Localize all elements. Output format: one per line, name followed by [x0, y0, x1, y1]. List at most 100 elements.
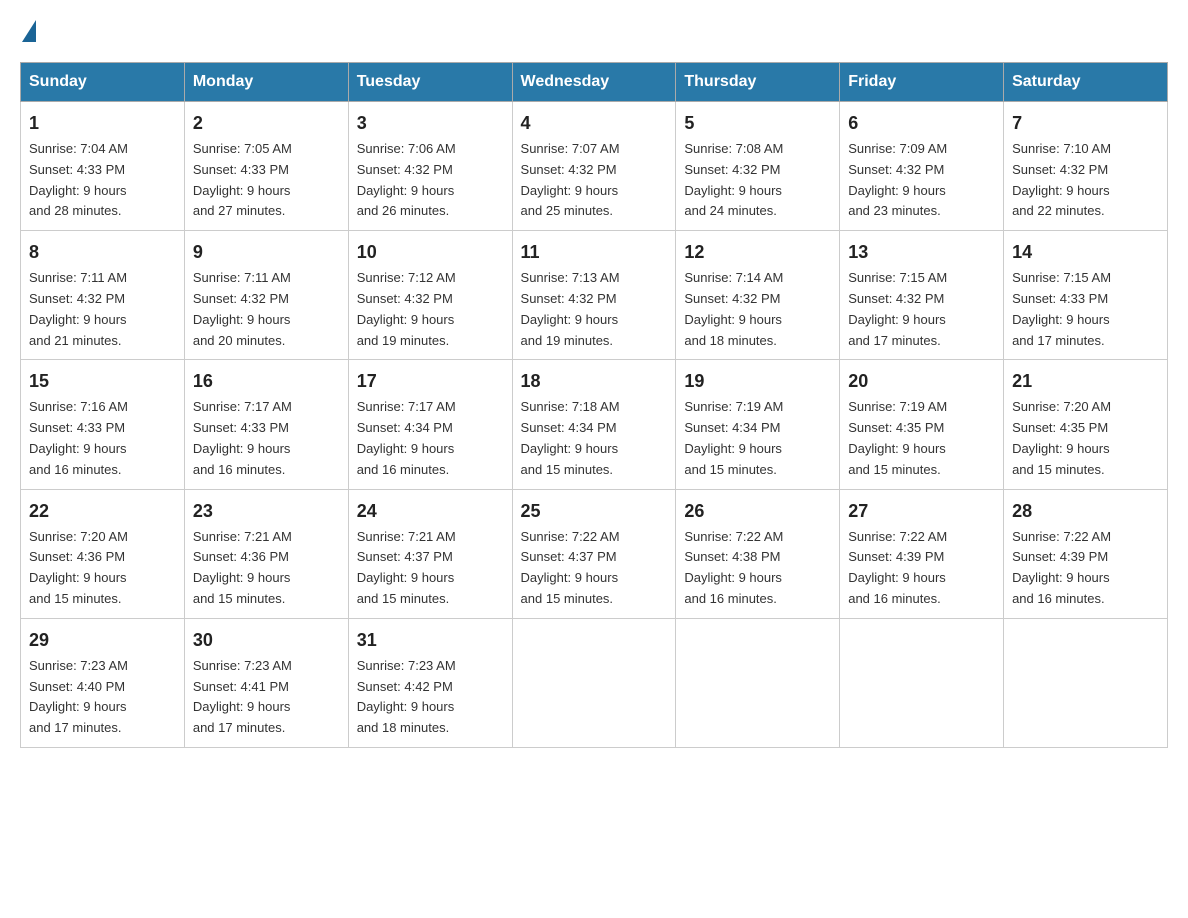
weekday-header-sunday: Sunday [21, 63, 185, 102]
day-info: Sunrise: 7:18 AMSunset: 4:34 PMDaylight:… [521, 399, 620, 476]
calendar-cell: 14 Sunrise: 7:15 AMSunset: 4:33 PMDayligh… [1004, 231, 1168, 360]
day-number: 27 [848, 498, 995, 525]
day-number: 2 [193, 110, 340, 137]
calendar-cell: 10Sunrise: 7:12 AMSunset: 4:32 PMDayligh… [348, 231, 512, 360]
calendar-cell: 3 Sunrise: 7:06 AMSunset: 4:32 PMDaylight… [348, 102, 512, 231]
weekday-header-saturday: Saturday [1004, 63, 1168, 102]
day-info: Sunrise: 7:08 AMSunset: 4:32 PMDaylight:… [684, 141, 783, 218]
page-header [20, 20, 1168, 42]
calendar-cell: 22 Sunrise: 7:20 AMSunset: 4:36 PMDayligh… [21, 489, 185, 618]
day-number: 30 [193, 627, 340, 654]
day-info: Sunrise: 7:20 AMSunset: 4:35 PMDaylight:… [1012, 399, 1111, 476]
weekday-header-friday: Friday [840, 63, 1004, 102]
day-number: 14 [1012, 239, 1159, 266]
calendar-cell: 18 Sunrise: 7:18 AMSunset: 4:34 PMDayligh… [512, 360, 676, 489]
day-info: Sunrise: 7:17 AMSunset: 4:34 PMDaylight:… [357, 399, 456, 476]
day-number: 20 [848, 368, 995, 395]
calendar-cell: 11Sunrise: 7:13 AMSunset: 4:32 PMDayligh… [512, 231, 676, 360]
day-info: Sunrise: 7:22 AMSunset: 4:38 PMDaylight:… [684, 529, 783, 606]
day-info: Sunrise: 7:10 AMSunset: 4:32 PMDaylight:… [1012, 141, 1111, 218]
calendar-cell: 17Sunrise: 7:17 AMSunset: 4:34 PMDayligh… [348, 360, 512, 489]
day-number: 22 [29, 498, 176, 525]
day-info: Sunrise: 7:06 AMSunset: 4:32 PMDaylight:… [357, 141, 456, 218]
day-number: 8 [29, 239, 176, 266]
day-info: Sunrise: 7:23 AMSunset: 4:42 PMDaylight:… [357, 658, 456, 735]
day-number: 18 [521, 368, 668, 395]
day-info: Sunrise: 7:15 AMSunset: 4:32 PMDaylight:… [848, 270, 947, 347]
day-info: Sunrise: 7:11 AMSunset: 4:32 PMDaylight:… [29, 270, 127, 347]
calendar-cell: 4 Sunrise: 7:07 AMSunset: 4:32 PMDaylight… [512, 102, 676, 231]
day-info: Sunrise: 7:15 AMSunset: 4:33 PMDaylight:… [1012, 270, 1111, 347]
calendar-week-row: 1 Sunrise: 7:04 AMSunset: 4:33 PMDaylight… [21, 102, 1168, 231]
day-number: 6 [848, 110, 995, 137]
day-info: Sunrise: 7:04 AMSunset: 4:33 PMDaylight:… [29, 141, 128, 218]
calendar-week-row: 15 Sunrise: 7:16 AMSunset: 4:33 PMDayligh… [21, 360, 1168, 489]
calendar-cell [840, 618, 1004, 747]
day-info: Sunrise: 7:13 AMSunset: 4:32 PMDaylight:… [521, 270, 620, 347]
day-number: 26 [684, 498, 831, 525]
day-info: Sunrise: 7:22 AMSunset: 4:37 PMDaylight:… [521, 529, 620, 606]
day-number: 9 [193, 239, 340, 266]
calendar-table: SundayMondayTuesdayWednesdayThursdayFrid… [20, 62, 1168, 748]
weekday-header-tuesday: Tuesday [348, 63, 512, 102]
day-info: Sunrise: 7:16 AMSunset: 4:33 PMDaylight:… [29, 399, 128, 476]
day-info: Sunrise: 7:07 AMSunset: 4:32 PMDaylight:… [521, 141, 620, 218]
day-info: Sunrise: 7:05 AMSunset: 4:33 PMDaylight:… [193, 141, 292, 218]
day-number: 31 [357, 627, 504, 654]
day-info: Sunrise: 7:14 AMSunset: 4:32 PMDaylight:… [684, 270, 783, 347]
day-number: 15 [29, 368, 176, 395]
calendar-cell: 27Sunrise: 7:22 AMSunset: 4:39 PMDayligh… [840, 489, 1004, 618]
calendar-cell: 8 Sunrise: 7:11 AMSunset: 4:32 PMDaylight… [21, 231, 185, 360]
day-info: Sunrise: 7:19 AMSunset: 4:34 PMDaylight:… [684, 399, 783, 476]
day-number: 29 [29, 627, 176, 654]
logo-triangle-icon [22, 20, 36, 42]
calendar-cell: 26 Sunrise: 7:22 AMSunset: 4:38 PMDayligh… [676, 489, 840, 618]
calendar-cell: 28 Sunrise: 7:22 AMSunset: 4:39 PMDayligh… [1004, 489, 1168, 618]
calendar-cell [676, 618, 840, 747]
logo [20, 20, 38, 42]
day-number: 19 [684, 368, 831, 395]
calendar-week-row: 22 Sunrise: 7:20 AMSunset: 4:36 PMDayligh… [21, 489, 1168, 618]
calendar-cell: 20Sunrise: 7:19 AMSunset: 4:35 PMDayligh… [840, 360, 1004, 489]
calendar-cell: 16Sunrise: 7:17 AMSunset: 4:33 PMDayligh… [184, 360, 348, 489]
calendar-cell: 25 Sunrise: 7:22 AMSunset: 4:37 PMDayligh… [512, 489, 676, 618]
calendar-cell: 5Sunrise: 7:08 AMSunset: 4:32 PMDaylight… [676, 102, 840, 231]
calendar-cell: 31 Sunrise: 7:23 AMSunset: 4:42 PMDayligh… [348, 618, 512, 747]
day-number: 24 [357, 498, 504, 525]
calendar-cell: 21 Sunrise: 7:20 AMSunset: 4:35 PMDayligh… [1004, 360, 1168, 489]
calendar-cell [1004, 618, 1168, 747]
day-number: 21 [1012, 368, 1159, 395]
calendar-cell: 19 Sunrise: 7:19 AMSunset: 4:34 PMDayligh… [676, 360, 840, 489]
calendar-cell: 7 Sunrise: 7:10 AMSunset: 4:32 PMDaylight… [1004, 102, 1168, 231]
day-info: Sunrise: 7:22 AMSunset: 4:39 PMDaylight:… [1012, 529, 1111, 606]
day-number: 7 [1012, 110, 1159, 137]
day-number: 10 [357, 239, 504, 266]
day-number: 4 [521, 110, 668, 137]
day-info: Sunrise: 7:17 AMSunset: 4:33 PMDaylight:… [193, 399, 292, 476]
day-number: 1 [29, 110, 176, 137]
calendar-cell: 9 Sunrise: 7:11 AMSunset: 4:32 PMDaylight… [184, 231, 348, 360]
calendar-cell: 23Sunrise: 7:21 AMSunset: 4:36 PMDayligh… [184, 489, 348, 618]
calendar-cell: 29 Sunrise: 7:23 AMSunset: 4:40 PMDayligh… [21, 618, 185, 747]
day-number: 28 [1012, 498, 1159, 525]
calendar-header-row: SundayMondayTuesdayWednesdayThursdayFrid… [21, 63, 1168, 102]
logo-text [20, 20, 38, 42]
weekday-header-thursday: Thursday [676, 63, 840, 102]
calendar-cell: 30Sunrise: 7:23 AMSunset: 4:41 PMDayligh… [184, 618, 348, 747]
calendar-week-row: 29 Sunrise: 7:23 AMSunset: 4:40 PMDayligh… [21, 618, 1168, 747]
day-number: 12 [684, 239, 831, 266]
calendar-cell: 12 Sunrise: 7:14 AMSunset: 4:32 PMDayligh… [676, 231, 840, 360]
calendar-cell: 6 Sunrise: 7:09 AMSunset: 4:32 PMDaylight… [840, 102, 1004, 231]
day-number: 13 [848, 239, 995, 266]
day-number: 3 [357, 110, 504, 137]
day-info: Sunrise: 7:23 AMSunset: 4:40 PMDaylight:… [29, 658, 128, 735]
day-info: Sunrise: 7:21 AMSunset: 4:37 PMDaylight:… [357, 529, 456, 606]
day-number: 25 [521, 498, 668, 525]
calendar-cell: 24 Sunrise: 7:21 AMSunset: 4:37 PMDayligh… [348, 489, 512, 618]
calendar-cell: 13 Sunrise: 7:15 AMSunset: 4:32 PMDayligh… [840, 231, 1004, 360]
day-info: Sunrise: 7:09 AMSunset: 4:32 PMDaylight:… [848, 141, 947, 218]
calendar-week-row: 8 Sunrise: 7:11 AMSunset: 4:32 PMDaylight… [21, 231, 1168, 360]
day-info: Sunrise: 7:11 AMSunset: 4:32 PMDaylight:… [193, 270, 291, 347]
day-info: Sunrise: 7:20 AMSunset: 4:36 PMDaylight:… [29, 529, 128, 606]
calendar-cell: 1 Sunrise: 7:04 AMSunset: 4:33 PMDaylight… [21, 102, 185, 231]
